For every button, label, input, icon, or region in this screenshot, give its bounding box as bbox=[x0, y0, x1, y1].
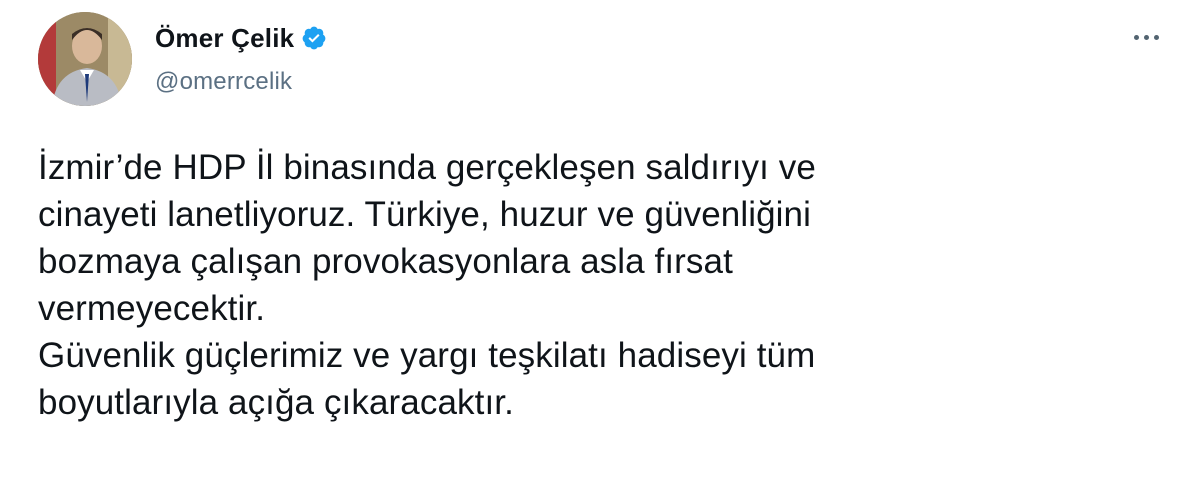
more-horizontal-icon-dot bbox=[1153, 34, 1159, 40]
more-horizontal-icon-dot bbox=[1143, 34, 1149, 40]
tweet-text-line: vermeyecektir. bbox=[38, 289, 266, 328]
tweet-text-line: İzmir’de HDP İl binasında gerçekleşen sa… bbox=[38, 148, 816, 187]
name-row: Ömer Çelik bbox=[155, 18, 327, 58]
tweet-text-line: Güvenlik güçlerimiz ve yargı teşkilatı h… bbox=[38, 336, 816, 375]
more-horizontal-icon-dot bbox=[1133, 34, 1139, 40]
tweet-text-line: boyutlarıyla açığa çıkaracaktır. bbox=[38, 383, 514, 422]
user-handle[interactable]: @omerrcelik bbox=[155, 68, 327, 96]
more-options-button[interactable] bbox=[1126, 22, 1166, 52]
tweet-text-line: cinayeti lanetliyoruz. Türkiye, huzur ve… bbox=[38, 195, 811, 234]
verified-badge-icon bbox=[301, 25, 327, 51]
tweet-text-line: bozmaya çalışan provokasyonlara asla fır… bbox=[38, 242, 733, 281]
tweet-header: Ömer Çelik @omerrcelik bbox=[155, 18, 327, 96]
tweet-text: İzmir’de HDP İl binasında gerçekleşen sa… bbox=[38, 144, 1158, 426]
display-name[interactable]: Ömer Çelik bbox=[155, 23, 294, 54]
tweet-card: Ömer Çelik @omerrcelik İzmir’de HDP İl b… bbox=[0, 0, 1200, 500]
avatar-photo bbox=[38, 12, 132, 106]
avatar[interactable] bbox=[38, 12, 132, 106]
